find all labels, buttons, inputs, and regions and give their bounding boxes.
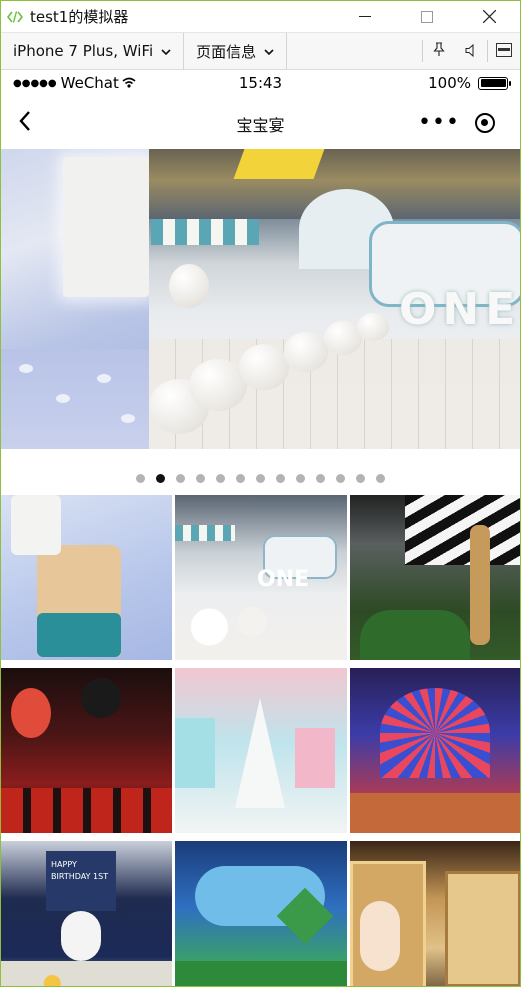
photo-6[interactable] [350, 668, 520, 833]
pagination-dot[interactable] [256, 473, 265, 483]
photo-9[interactable] [350, 841, 520, 986]
balloon-decor [239, 344, 289, 390]
photo-decor [175, 605, 347, 660]
simulator-window: test1的模拟器 iPhone 7 Plus, WiFi 页面信息 ●●●●●… [0, 0, 521, 987]
navigation-bar: 宝宝宴 ••• [1, 97, 520, 149]
banner-slide-current[interactable]: ONE [149, 149, 520, 449]
photo-decor [360, 901, 400, 971]
banner-decor [63, 157, 149, 297]
more-dots-icon: ••• [418, 110, 460, 135]
pagination-dot[interactable] [296, 473, 305, 483]
chevron-down-icon [264, 45, 274, 58]
banner-decor [56, 394, 70, 403]
photo-1[interactable] [1, 495, 172, 660]
photo-decor [37, 613, 121, 657]
banner-sign-text: ONE [399, 284, 520, 335]
maximize-button[interactable] [396, 1, 458, 32]
pagination-dot-active[interactable] [156, 473, 165, 483]
banner-decor [19, 364, 33, 373]
pagination-dot[interactable] [196, 473, 205, 483]
battery-percent: 100% [428, 74, 471, 92]
more-button[interactable]: ••• [416, 107, 462, 139]
device-toolbar: iPhone 7 Plus, WiFi 页面信息 [1, 32, 520, 70]
photo-decor [445, 871, 520, 986]
close-miniprogram-button[interactable] [462, 107, 508, 139]
banner-decor [97, 374, 111, 383]
pagination-dot[interactable] [276, 473, 285, 483]
pagination-dot[interactable] [336, 473, 345, 483]
banner-swiper[interactable]: ONE [1, 149, 520, 449]
battery-icon [478, 76, 511, 90]
pagination-dot[interactable] [316, 473, 325, 483]
photo-2[interactable]: ONE [175, 495, 347, 660]
panel-button[interactable] [488, 33, 520, 69]
menu-capsule: ••• [416, 107, 508, 139]
phone-status-bar: ●●●●● WeChat 15:43 100% [1, 70, 520, 97]
photo-5[interactable] [175, 668, 347, 833]
photo-7-text: HAPPY BIRTHDAY 1ST [51, 860, 109, 881]
pagination-dot[interactable] [136, 473, 145, 483]
pagination-dot[interactable] [236, 473, 245, 483]
banner-decor [121, 414, 135, 423]
minimize-button[interactable] [334, 1, 396, 32]
photo-decor [295, 728, 335, 788]
chevron-down-icon [161, 45, 171, 58]
photo-decor [11, 495, 61, 555]
target-circle-icon [475, 113, 495, 133]
pin-icon [433, 41, 445, 61]
balloon-decor [169, 264, 209, 308]
photo-decor [1, 961, 172, 986]
banner-decor [151, 219, 259, 245]
title-bar: test1的模拟器 [1, 1, 520, 32]
photo-grid: ONE HAPPY BIRTHDAY 1ST [1, 495, 520, 986]
photo-7[interactable]: HAPPY BIRTHDAY 1ST [1, 841, 172, 986]
close-button[interactable] [458, 1, 520, 32]
photo-decor [1, 788, 172, 833]
banner-decor [233, 149, 325, 179]
photo-4[interactable] [1, 668, 172, 833]
battery-level-fill [480, 79, 506, 87]
pagination-dot[interactable] [376, 473, 385, 483]
photo-decor [360, 610, 470, 660]
balloon-decor [357, 313, 389, 341]
code-icon [7, 9, 23, 25]
photo-decor [81, 678, 121, 718]
photo-decor [380, 688, 490, 778]
photo-decor [405, 495, 520, 565]
photo-decor [350, 793, 520, 833]
page-info-label: 页面信息 [196, 42, 257, 61]
photo-decor [11, 688, 51, 738]
photo-2-text: ONE [257, 567, 310, 592]
device-label: iPhone 7 Plus, WiFi [13, 42, 154, 60]
page-info-selector[interactable]: 页面信息 [184, 33, 288, 69]
window-title: test1的模拟器 [30, 8, 129, 26]
banner-slide-previous[interactable] [1, 149, 149, 449]
photo-decor [175, 961, 347, 986]
speaker-icon [465, 42, 477, 61]
mute-button[interactable] [455, 33, 487, 69]
photo-decor [470, 525, 490, 645]
pagination-dot[interactable] [216, 473, 225, 483]
pin-button[interactable] [423, 33, 455, 69]
photo-3[interactable] [350, 495, 520, 660]
photo-decor [235, 698, 285, 808]
device-selector[interactable]: iPhone 7 Plus, WiFi [1, 33, 185, 69]
photo-decor [175, 525, 235, 541]
window-panel-icon [496, 42, 512, 61]
balloon-decor [284, 332, 328, 372]
photo-8[interactable] [175, 841, 347, 986]
photo-decor [175, 718, 215, 788]
pagination-dot[interactable] [176, 473, 185, 483]
photo-decor [61, 911, 101, 961]
pagination-dot[interactable] [356, 473, 365, 483]
